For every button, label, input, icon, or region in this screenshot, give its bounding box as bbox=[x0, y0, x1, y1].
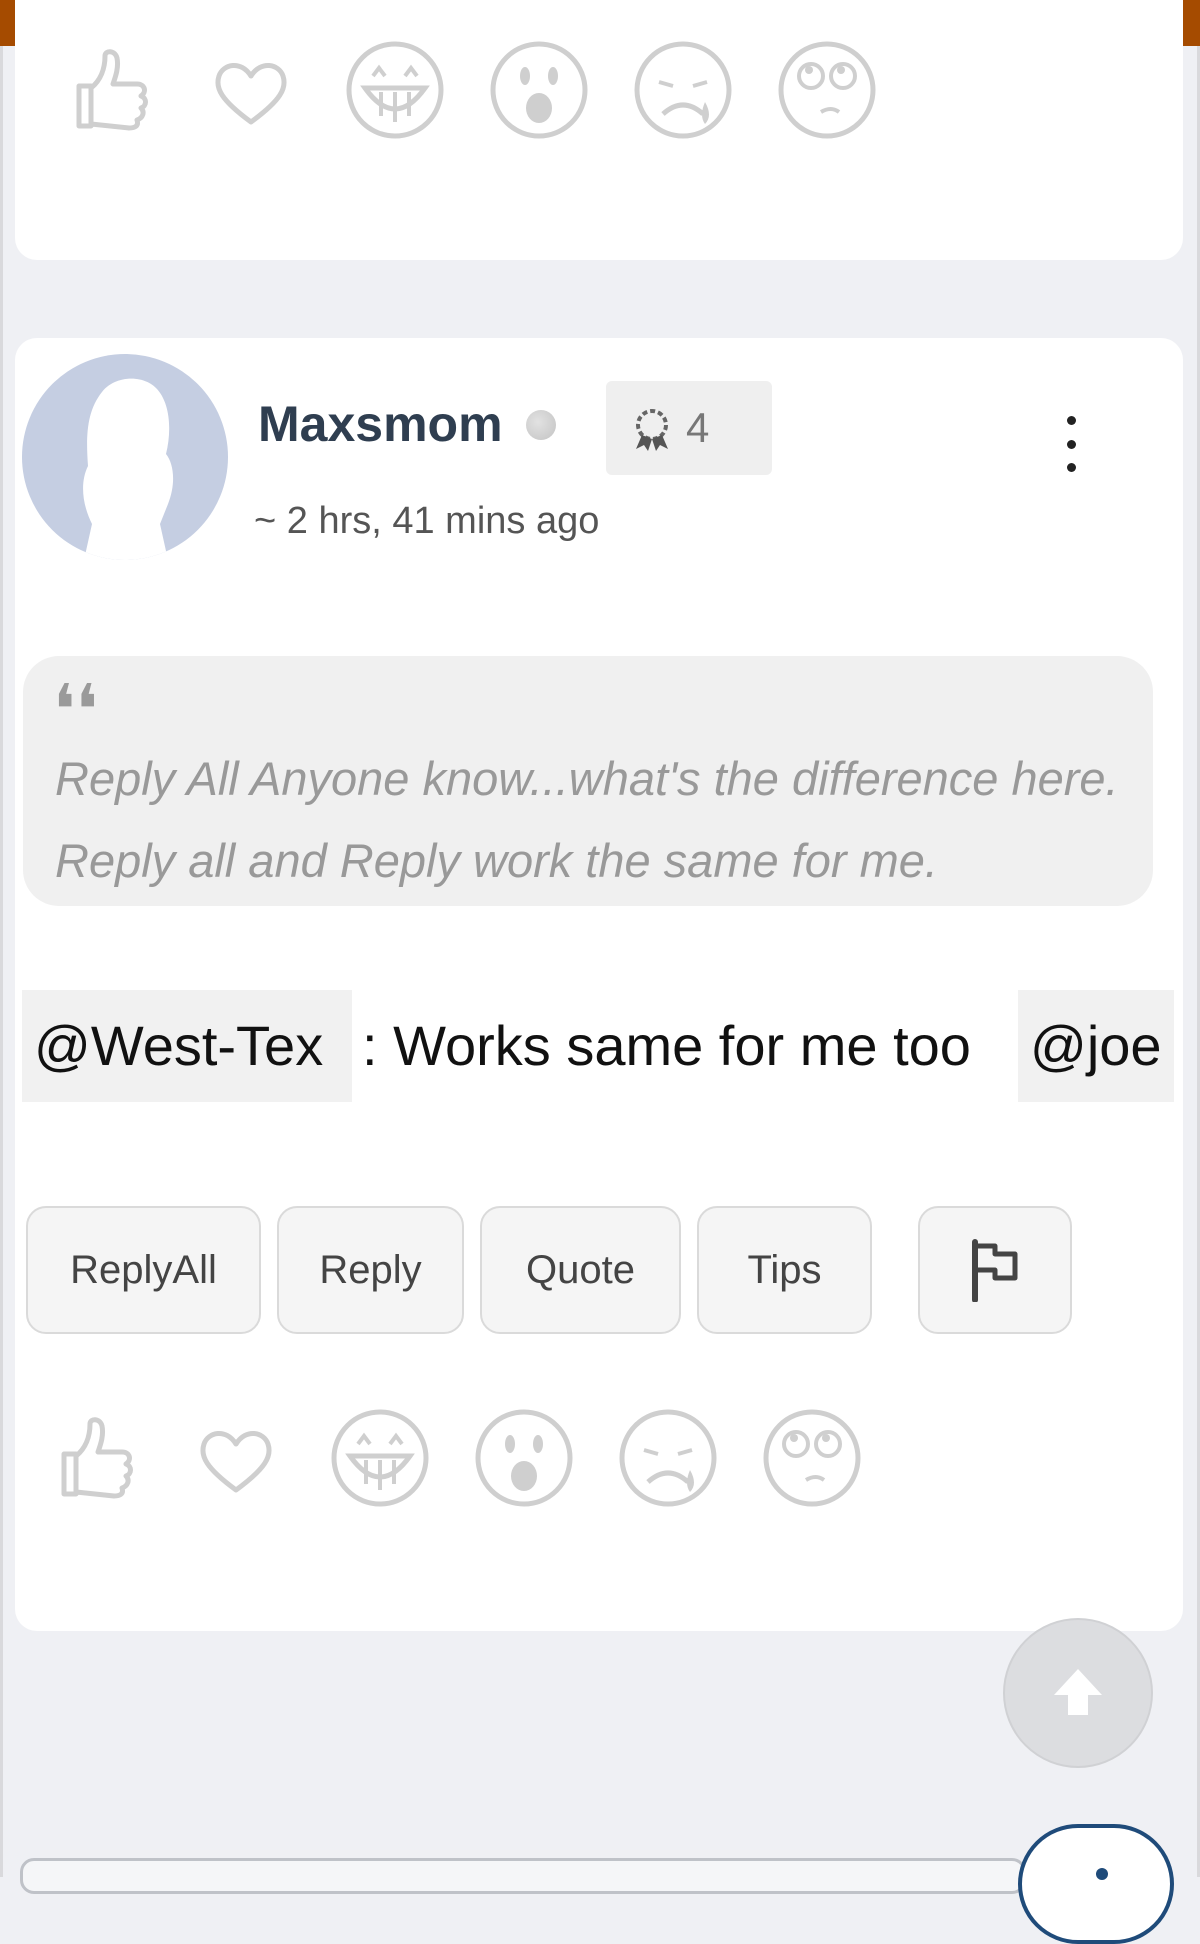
page-edge-left bbox=[0, 46, 3, 1877]
heart-icon[interactable] bbox=[186, 1408, 286, 1508]
award-ribbon-icon bbox=[636, 409, 668, 451]
thumbs-up-icon[interactable] bbox=[42, 1408, 142, 1508]
wow-icon[interactable] bbox=[474, 1408, 574, 1508]
heart-icon[interactable] bbox=[201, 40, 301, 140]
flag-icon bbox=[972, 1239, 1018, 1302]
mention-joe[interactable]: @joe bbox=[1018, 990, 1174, 1102]
message-text: : Works same for me too bbox=[362, 1014, 971, 1077]
wow-icon[interactable] bbox=[489, 40, 589, 140]
scroll-to-top-button[interactable] bbox=[1003, 1618, 1153, 1768]
avatar[interactable] bbox=[22, 354, 228, 560]
previous-post-reactions bbox=[15, 40, 915, 140]
thumbs-up-icon[interactable] bbox=[57, 40, 157, 140]
eye-roll-icon[interactable] bbox=[777, 40, 877, 140]
tips-button[interactable]: Tips bbox=[697, 1206, 872, 1334]
grin-icon[interactable] bbox=[345, 40, 445, 140]
quote-text: Reply All Anyone know...what's the diffe… bbox=[55, 752, 1119, 887]
quote-button[interactable]: Quote bbox=[480, 1206, 681, 1334]
post-reactions bbox=[40, 1408, 940, 1508]
quoted-message: ❛❛ Reply All Anyone know...what's the di… bbox=[23, 656, 1153, 906]
report-button[interactable] bbox=[918, 1206, 1072, 1334]
rank-badge[interactable]: 4 bbox=[606, 381, 772, 475]
arrow-up-icon bbox=[1054, 1669, 1102, 1715]
eye-roll-icon[interactable] bbox=[762, 1408, 862, 1508]
post-author[interactable]: Maxsmom bbox=[258, 392, 503, 456]
reply-all-button[interactable]: ReplyAll bbox=[26, 1206, 261, 1334]
grin-icon[interactable] bbox=[330, 1408, 430, 1508]
sad-icon[interactable] bbox=[618, 1408, 718, 1508]
more-options-icon[interactable] bbox=[1056, 416, 1086, 472]
sad-icon[interactable] bbox=[633, 40, 733, 140]
rank-count: 4 bbox=[686, 404, 710, 451]
previous-post-card bbox=[15, 0, 1183, 260]
online-status-icon bbox=[526, 410, 556, 440]
quote-mark-icon: ❛❛ bbox=[53, 669, 99, 751]
reply-input[interactable] bbox=[20, 1858, 1026, 1894]
mention-west-tex[interactable]: @West-Tex bbox=[22, 990, 352, 1102]
compose-button[interactable] bbox=[1018, 1824, 1174, 1944]
post-timestamp: ~ 2 hrs, 41 mins ago bbox=[254, 500, 600, 542]
reply-button[interactable]: Reply bbox=[277, 1206, 464, 1334]
